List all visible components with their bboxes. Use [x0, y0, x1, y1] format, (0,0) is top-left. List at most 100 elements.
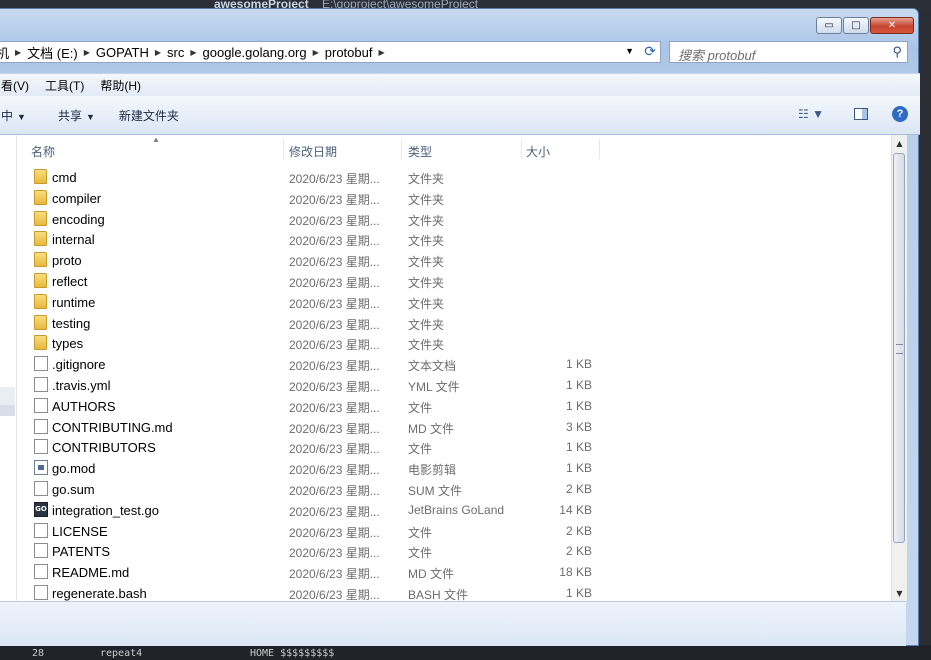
breadcrumb-gopath[interactable]: GOPATH [94, 45, 151, 60]
file-type: 文件 [408, 546, 433, 561]
refresh-icon[interactable]: ⟳ [644, 43, 656, 60]
column-type[interactable]: 类型 [408, 143, 432, 160]
address-bar[interactable]: 机 ▶ 文档 (E:) ▶ GOPATH ▶ src ▶ google.gola… [0, 41, 661, 63]
file-row[interactable]: go.sum 2020/6/23 星期... SUM 文件 2 KB [24, 479, 624, 499]
breadcrumb-separator-icon[interactable]: ▶ [374, 48, 388, 57]
file-date: 2020/6/23 星期... [289, 213, 380, 228]
scroll-down-icon[interactable]: ▼ [892, 585, 907, 601]
command-bar: 中 ▼ 共享 ▼ 新建文件夹 ☷ ▼ ? [0, 96, 920, 135]
share-label: 共享 [57, 108, 82, 123]
breadcrumb-separator-icon[interactable]: ▶ [80, 48, 94, 57]
file-name: testing [52, 315, 91, 331]
folder-row[interactable]: reflect 2020/6/23 星期... 文件夹 [24, 271, 624, 291]
file-row[interactable]: CONTRIBUTING.md 2020/6/23 星期... MD 文件 3 KB [24, 417, 624, 437]
file-icon [34, 418, 48, 434]
file-row[interactable]: .travis.yml 2020/6/23 星期... YML 文件 1 KB [24, 375, 624, 395]
scrollbar-thumb[interactable] [893, 153, 905, 543]
share-button[interactable]: 共享 ▼ [36, 107, 105, 124]
background-line-number: 28 [32, 648, 45, 659]
close-button[interactable]: ✕ [870, 17, 914, 34]
goland-file-icon: GO [34, 501, 48, 517]
minimize-button[interactable]: ▭ [816, 17, 842, 34]
column-size[interactable]: 大小 [526, 143, 550, 160]
vertical-scrollbar[interactable]: ▲ ▼ [891, 135, 907, 601]
file-type: 文件夹 [408, 317, 445, 332]
file-name: go.mod [52, 461, 96, 477]
menu-view[interactable]: 看(V) [0, 77, 37, 94]
file-date: 2020/6/23 星期... [289, 504, 380, 519]
folder-row[interactable]: types 2020/6/23 星期... 文件夹 [24, 333, 624, 353]
breadcrumb-separator-icon[interactable]: ▶ [11, 48, 25, 57]
file-date: 2020/6/23 星期... [289, 234, 380, 249]
file-icon [34, 522, 48, 538]
file-name: reflect [52, 274, 88, 289]
file-row[interactable]: regenerate.bash 2020/6/23 星期... BASH 文件 1 K… [24, 583, 624, 603]
help-icon[interactable]: ? [892, 106, 908, 122]
folder-row[interactable]: internal 2020/6/23 星期... 文件夹 [24, 229, 624, 249]
file-type: 文件夹 [408, 296, 445, 311]
breadcrumb-separator-icon[interactable]: ▶ [309, 48, 323, 57]
file-size: 1 KB [565, 357, 592, 372]
menu-help[interactable]: 帮助(H) [92, 77, 149, 94]
search-box[interactable]: 搜索 protobuf ⚲ [669, 41, 908, 63]
file-row[interactable]: GO integration_test.go 2020/6/23 星期... JetB… [24, 500, 624, 520]
file-date: 2020/6/23 星期... [289, 525, 380, 540]
file-type: 文件夹 [408, 192, 445, 207]
file-date: 2020/6/23 星期... [289, 276, 380, 290]
file-row[interactable]: CONTRIBUTORS 2020/6/23 星期... 文件 1 KB [24, 437, 624, 457]
search-icon[interactable]: ⚲ [892, 44, 902, 60]
column-date[interactable]: 修改日期 [289, 143, 337, 160]
breadcrumb-drive[interactable]: 文档 (E:) [25, 43, 80, 62]
explorer-window: ▭ □ ✕ 机 ▶ 文档 (E:) ▶ GOPATH ▶ src ▶ googl… [0, 8, 920, 646]
column-divider[interactable] [283, 139, 284, 159]
new-folder-button[interactable]: 新建文件夹 [105, 107, 189, 124]
file-type: 文件夹 [408, 338, 445, 353]
nav-selected-item[interactable] [0, 405, 15, 416]
maximize-button[interactable]: □ [843, 17, 869, 34]
file-date: 2020/6/23 星期... [289, 484, 380, 498]
minimize-icon: ▭ [824, 20, 834, 31]
folder-row[interactable]: cmd 2020/6/23 星期... 文件夹 [24, 167, 624, 187]
file-row[interactable]: README.md 2020/6/23 星期... MD 文件 18 KB [24, 562, 624, 582]
file-row[interactable]: go.mod 2020/6/23 星期... 电影剪辑 1 KB [24, 458, 624, 478]
scroll-up-icon[interactable]: ▲ [892, 135, 907, 151]
file-size: 1 KB [565, 440, 592, 455]
folder-row[interactable]: testing 2020/6/23 星期... 文件夹 [24, 313, 624, 333]
address-history-dropdown-icon[interactable]: ▼ [625, 46, 634, 56]
file-name: proto [52, 253, 82, 269]
folder-icon [34, 252, 47, 268]
folder-row[interactable]: proto 2020/6/23 星期... 文件夹 [24, 250, 624, 270]
breadcrumb-separator-icon[interactable]: ▶ [186, 48, 200, 57]
breadcrumb-protobuf[interactable]: protobuf [323, 45, 375, 60]
column-divider[interactable] [401, 139, 402, 159]
folder-row[interactable]: encoding 2020/6/23 星期... 文件夹 [24, 209, 624, 229]
navigation-pane[interactable] [0, 135, 17, 601]
menu-tools[interactable]: 工具(T) [37, 77, 92, 94]
column-name[interactable]: 名称 [31, 143, 55, 160]
file-type: MD 文件 [408, 421, 454, 436]
view-options-icon[interactable]: ☷ ▼ [798, 107, 824, 121]
details-pane [0, 601, 906, 646]
file-row[interactable]: PATENTS 2020/6/23 星期... 文件 2 KB [24, 541, 624, 561]
media-file-icon [34, 460, 48, 476]
file-type: 文件夹 [408, 172, 445, 186]
preview-pane-icon[interactable] [854, 108, 868, 120]
view-glyph: ☷ [798, 107, 809, 121]
file-row[interactable]: AUTHORS 2020/6/23 星期... 文件 1 KB [24, 396, 624, 416]
file-date: 2020/6/23 星期... [289, 255, 380, 270]
file-type: 电影剪辑 [408, 463, 457, 478]
breadcrumb-src[interactable]: src [165, 45, 186, 60]
folder-row[interactable]: compiler 2020/6/23 星期... 文件夹 [24, 188, 624, 208]
file-icon [34, 585, 48, 600]
breadcrumb-computer[interactable]: 机 [0, 43, 11, 62]
organize-button[interactable]: 中 ▼ [0, 107, 36, 124]
breadcrumb-google-golang[interactable]: google.golang.org [201, 45, 309, 60]
file-row[interactable]: .gitignore 2020/6/23 星期... 文本文档 1 KB [24, 354, 624, 374]
breadcrumb-separator-icon[interactable]: ▶ [151, 48, 165, 57]
search-input[interactable]: 搜索 protobuf [678, 45, 755, 64]
file-icon [34, 397, 48, 413]
column-divider[interactable] [599, 139, 600, 159]
folder-row[interactable]: runtime 2020/6/23 星期... 文件夹 [24, 292, 624, 312]
file-row[interactable]: LICENSE 2020/6/23 星期... 文件 2 KB [24, 521, 624, 541]
column-divider[interactable] [521, 139, 522, 159]
